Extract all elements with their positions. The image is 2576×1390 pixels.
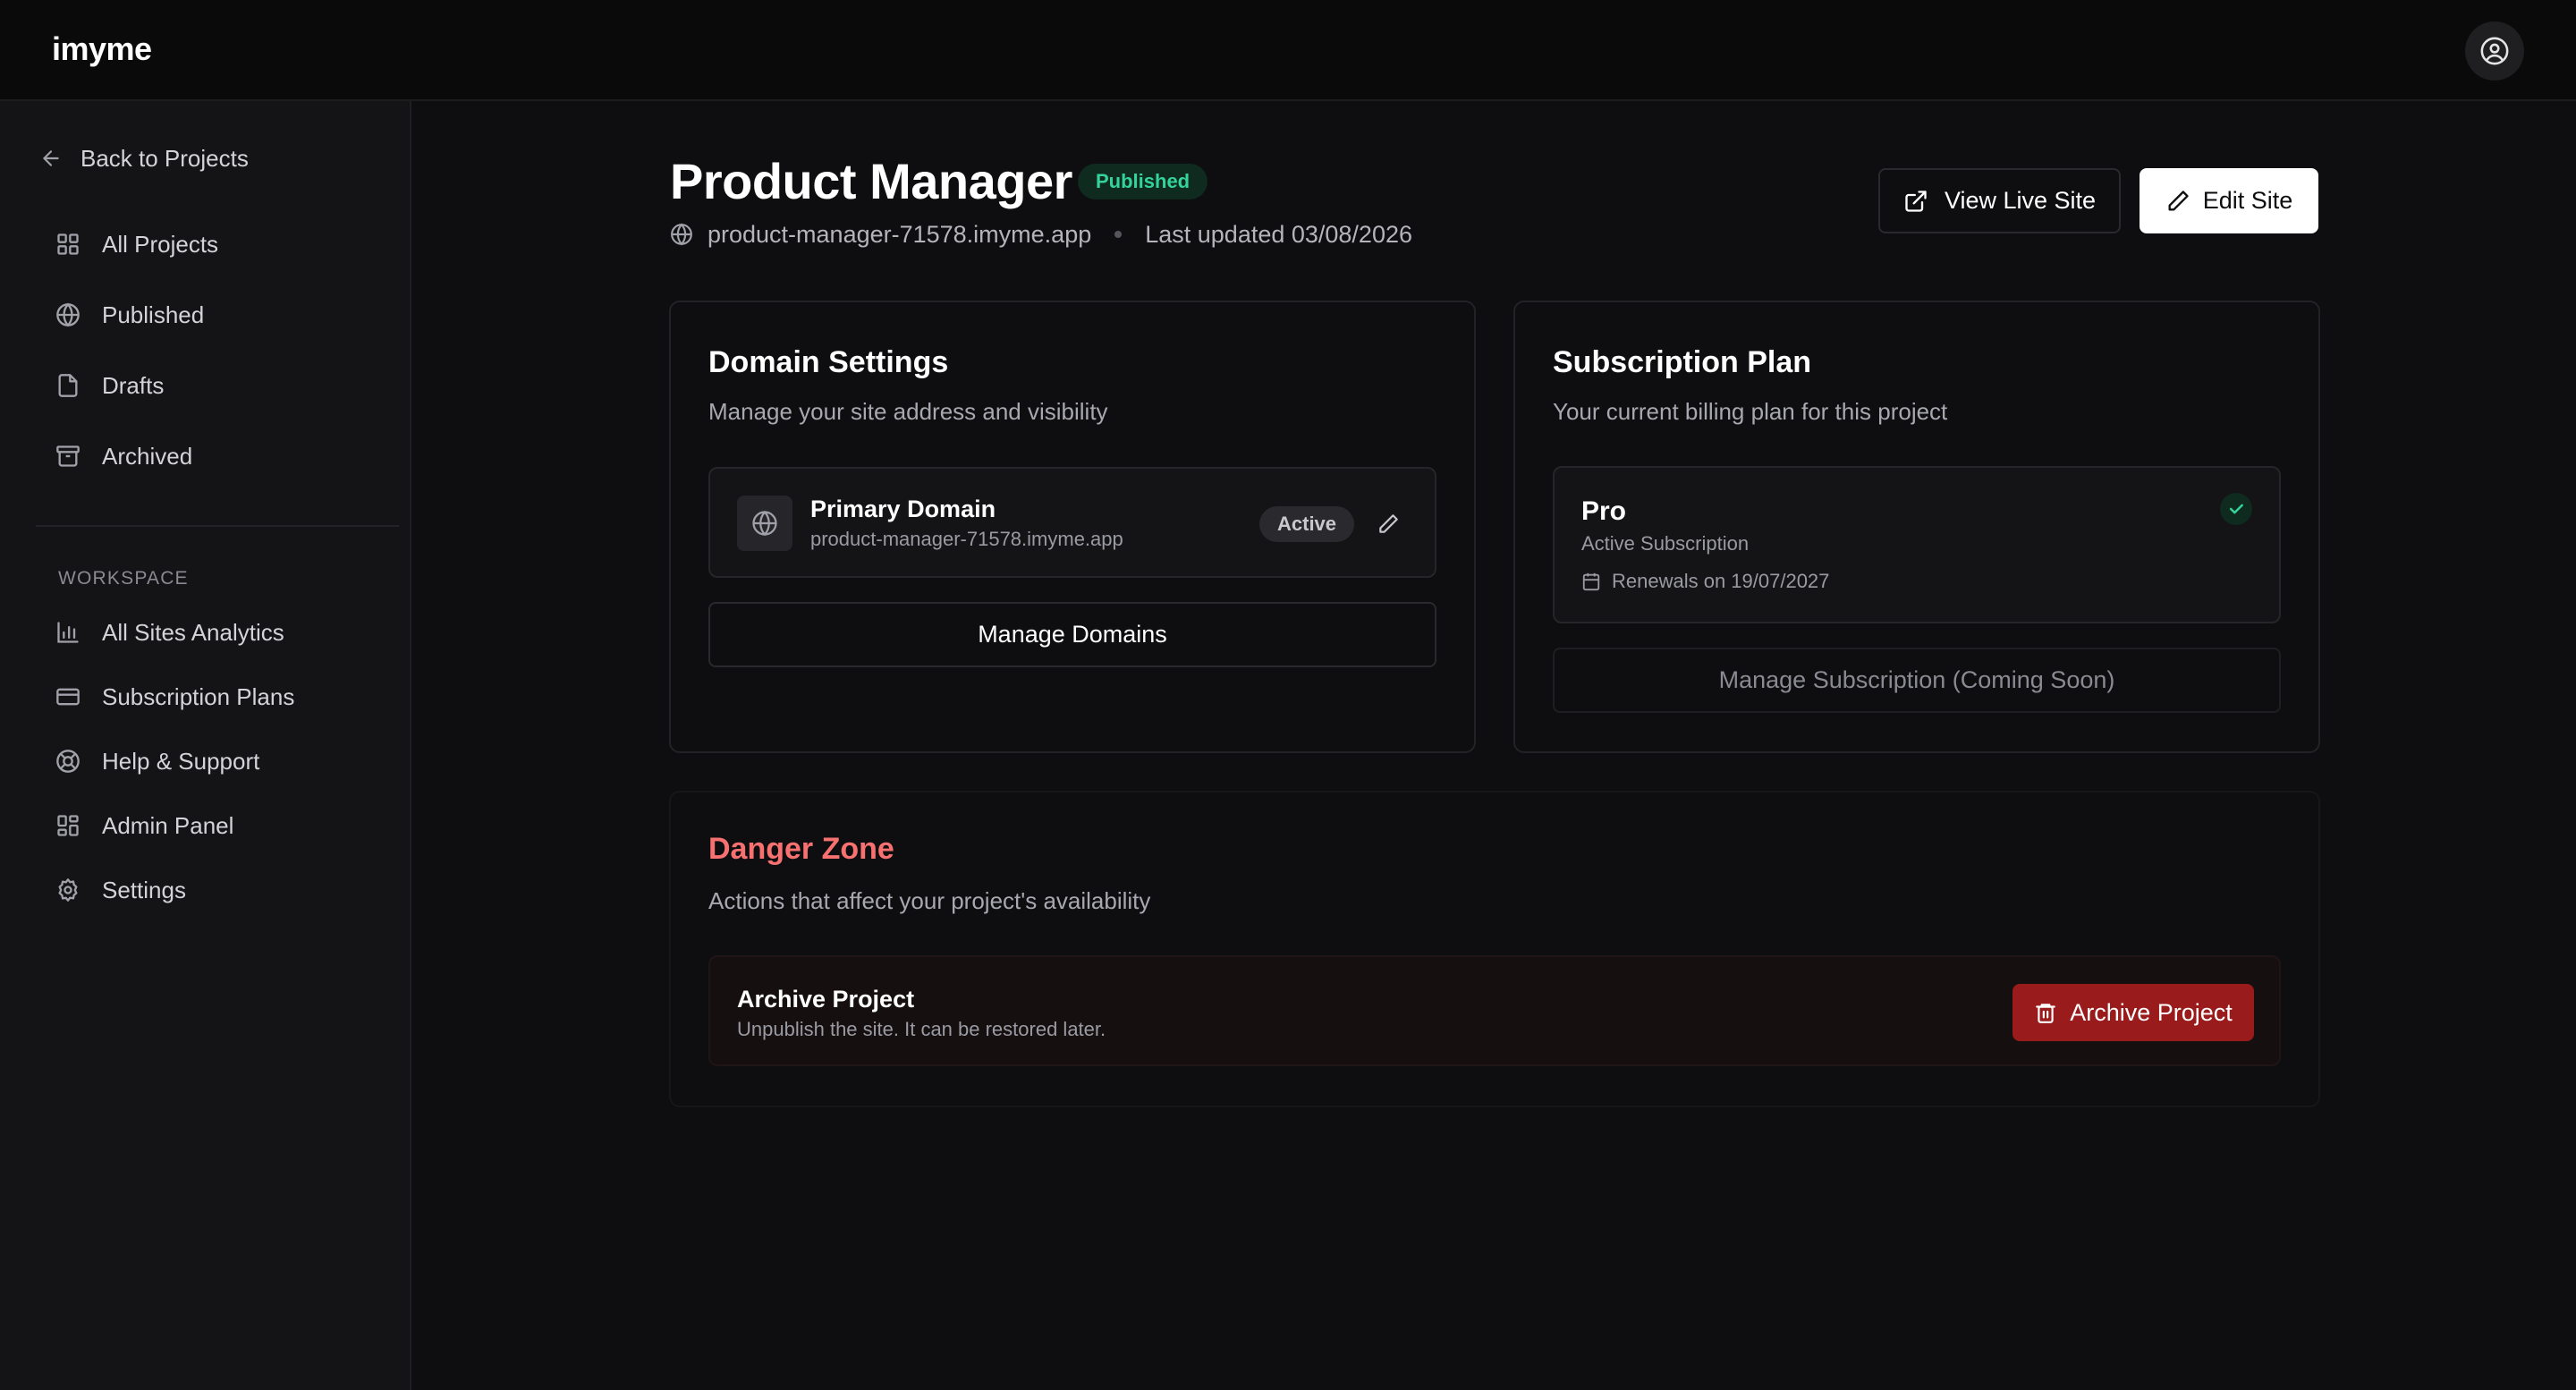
sidebar-item-published[interactable]: Published bbox=[55, 295, 204, 335]
subscription-description: Your current billing plan for this proje… bbox=[1553, 398, 1948, 425]
file-icon bbox=[58, 374, 78, 397]
top-bar: imyme bbox=[0, 0, 2576, 101]
manage-domains-button[interactable]: Manage Domains bbox=[708, 602, 1436, 667]
credit-card-icon bbox=[56, 688, 80, 706]
globe-icon bbox=[752, 510, 777, 537]
separator-dot bbox=[1114, 231, 1123, 238]
archive-icon bbox=[56, 445, 80, 467]
archive-project-button[interactable]: Archive Project bbox=[2012, 984, 2254, 1041]
sidebar-item-archived[interactable]: Archived bbox=[55, 436, 192, 476]
sidebar-divider bbox=[36, 525, 399, 527]
archive-project-row: Archive Project Unpublish the site. It c… bbox=[708, 955, 2281, 1066]
edit-domain-button[interactable] bbox=[1372, 508, 1404, 540]
sidebar-item-drafts[interactable]: Drafts bbox=[55, 366, 164, 405]
status-badge: Published bbox=[1078, 164, 1208, 199]
sidebar-item-label: All Projects bbox=[102, 230, 219, 258]
back-to-projects-link[interactable]: Back to Projects bbox=[39, 140, 249, 176]
app-root: imyme Back to Projects All Projects Publ… bbox=[0, 0, 2576, 1390]
external-link-icon bbox=[1905, 190, 1927, 212]
globe-icon bbox=[671, 223, 692, 246]
sidebar-item-subscription-plans[interactable]: Subscription Plans bbox=[55, 677, 294, 716]
account-button[interactable] bbox=[2465, 21, 2524, 81]
pencil-icon bbox=[2168, 190, 2189, 210]
grid-icon bbox=[57, 233, 79, 255]
project-url[interactable]: product-manager-71578.imyme.app bbox=[708, 221, 1091, 249]
pencil-icon bbox=[1379, 514, 1398, 533]
sidebar-item-admin-panel[interactable]: Admin Panel bbox=[55, 806, 233, 845]
domain-status-badge: Active bbox=[1259, 506, 1355, 542]
sidebar-item-all-sites-analytics[interactable]: All Sites Analytics bbox=[55, 613, 284, 652]
calendar-icon bbox=[1582, 572, 1600, 591]
sidebar-item-label: Published bbox=[102, 301, 205, 328]
archive-project-description: Unpublish the site. It can be restored l… bbox=[737, 1018, 1106, 1040]
primary-domain-label: Primary Domain bbox=[810, 496, 996, 522]
archive-project-title: Archive Project bbox=[737, 986, 915, 1013]
sidebar-item-label: All Sites Analytics bbox=[102, 618, 284, 646]
domain-settings-title: Domain Settings bbox=[708, 345, 949, 379]
arrow-left-icon bbox=[43, 150, 59, 166]
app-logo[interactable]: imyme bbox=[52, 30, 152, 68]
globe-icon bbox=[56, 302, 80, 327]
bar-chart-icon bbox=[57, 622, 79, 643]
check-icon bbox=[2229, 504, 2243, 514]
primary-domain-url: product-manager-71578.imyme.app bbox=[810, 528, 1123, 550]
edit-site-button[interactable]: Edit Site bbox=[2140, 168, 2318, 233]
domain-settings-description: Manage your site address and visibility bbox=[708, 398, 1108, 425]
plan-renewal: Renewals on 19/07/2027 bbox=[1581, 570, 1829, 593]
plan-selected-indicator bbox=[2220, 493, 2252, 525]
sidebar-item-settings[interactable]: Settings bbox=[55, 870, 186, 910]
gear-icon bbox=[58, 878, 78, 902]
manage-subscription-button[interactable]: Manage Subscription (Coming Soon) bbox=[1553, 648, 2281, 713]
renewal-date: Renewals on 19/07/2027 bbox=[1612, 570, 1830, 592]
workspace-section-label: WORKSPACE bbox=[58, 568, 189, 589]
sidebar-item-all-projects[interactable]: All Projects bbox=[55, 225, 218, 264]
grid-icon bbox=[57, 815, 79, 836]
view-live-site-label: View Live Site bbox=[1944, 187, 2097, 214]
plan-status: Active Subscription bbox=[1581, 532, 1750, 555]
trash-icon bbox=[2036, 1004, 2056, 1023]
subscription-title: Subscription Plan bbox=[1553, 345, 1812, 379]
sidebar-item-label: Help & Support bbox=[102, 747, 260, 775]
plan-name: Pro bbox=[1581, 496, 1627, 526]
sidebar-item-label: Subscription Plans bbox=[102, 682, 295, 710]
user-circle-icon bbox=[2480, 37, 2509, 65]
sidebar-item-label: Drafts bbox=[102, 371, 165, 399]
domain-icon-box bbox=[737, 496, 792, 551]
sidebar-item-label: Admin Panel bbox=[102, 811, 234, 839]
view-live-site-button[interactable]: View Live Site bbox=[1878, 168, 2121, 233]
page-title: Product Manager bbox=[670, 153, 1072, 209]
edit-site-label: Edit Site bbox=[2202, 187, 2293, 214]
primary-domain-row: Primary Domain product-manager-71578.imy… bbox=[708, 467, 1436, 578]
sidebar: Back to Projects All Projects Published … bbox=[0, 101, 411, 1390]
archive-project-button-label: Archive Project bbox=[2070, 998, 2233, 1026]
project-meta: product-manager-71578.imyme.app Last upd… bbox=[670, 218, 1412, 250]
lifebuoy-icon bbox=[56, 750, 80, 773]
sidebar-item-label: Settings bbox=[102, 876, 186, 903]
sidebar-item-label: Archived bbox=[102, 442, 193, 470]
sidebar-item-help-support[interactable]: Help & Support bbox=[55, 742, 259, 781]
current-plan-box: Pro Active Subscription Renewals on 19/0… bbox=[1553, 466, 2281, 623]
last-updated: Last updated 03/08/2026 bbox=[1145, 220, 1413, 248]
danger-zone-title: Danger Zone bbox=[708, 832, 894, 866]
back-label: Back to Projects bbox=[80, 144, 249, 172]
danger-zone-description: Actions that affect your project's avail… bbox=[708, 887, 1151, 914]
